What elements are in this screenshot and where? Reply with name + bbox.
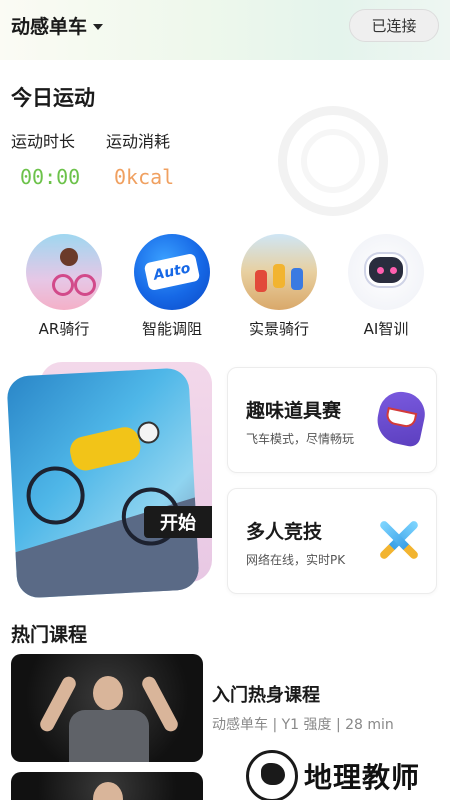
smart-resistance-icon: Auto [134,234,210,310]
feature-scenic-riding[interactable]: 实景骑行 [229,234,329,339]
calories-value: 0kcal [114,165,175,189]
scenic-riding-icon [241,234,317,310]
connection-status-button[interactable]: 已连接 [349,9,439,42]
course-thumbnail[interactable] [11,772,203,800]
hot-courses-title: 热门课程 [11,624,88,646]
feature-ai-training[interactable]: AI智训 [336,234,436,339]
feature-label: AR骑行 [38,320,90,338]
device-selector[interactable]: 动感单车 [11,12,104,39]
start-button[interactable]: 开始 [144,506,212,538]
progress-ring-icon [278,106,388,216]
crossed-swords-icon [374,515,424,565]
course-name[interactable]: 入门热身课程 [212,681,320,707]
today-title: 今日运动 [11,86,95,110]
feature-smart-resistance[interactable]: Auto 智能调阻 [122,234,222,339]
watermark-text: 地理教师 [304,761,421,794]
card-title: 多人竞技 [246,521,323,543]
feature-label: AI智训 [363,320,409,338]
watermark: 地理教师 [246,750,420,800]
instructor-illustration [69,710,149,762]
multiplayer-card[interactable]: 多人竞技 网络在线，实时PK [227,488,437,594]
duration-value: 00:00 [20,165,81,189]
shark-icon [373,387,429,449]
card-subtitle: 网络在线，实时PK [246,553,346,567]
app-title: 动感单车 [11,16,88,38]
course-meta: 动感单车 | Y1 强度 | 28 min [212,717,394,733]
start-ride-card[interactable] [6,367,200,599]
card-title: 趣味道具赛 [246,400,342,422]
ar-riding-icon [26,234,102,310]
globe-icon [246,750,298,800]
rider-illustration [67,424,144,474]
prop-race-card[interactable]: 趣味道具赛 飞车模式，尽情畅玩 [227,367,437,473]
course-thumbnail[interactable] [11,654,203,762]
helmet-icon [136,420,160,445]
auto-badge: Auto [143,252,201,292]
calories-label: 运动消耗 [106,132,171,151]
feature-label: 智能调阻 [141,320,202,338]
caret-down-icon [93,24,104,30]
feature-ar-riding[interactable]: AR骑行 [14,234,114,339]
ai-training-icon [348,234,424,310]
robot-icon [366,254,406,286]
card-subtitle: 飞车模式，尽情畅玩 [246,432,355,446]
feature-label: 实景骑行 [248,320,309,338]
duration-label: 运动时长 [11,132,76,151]
bike-wheel [25,465,87,526]
